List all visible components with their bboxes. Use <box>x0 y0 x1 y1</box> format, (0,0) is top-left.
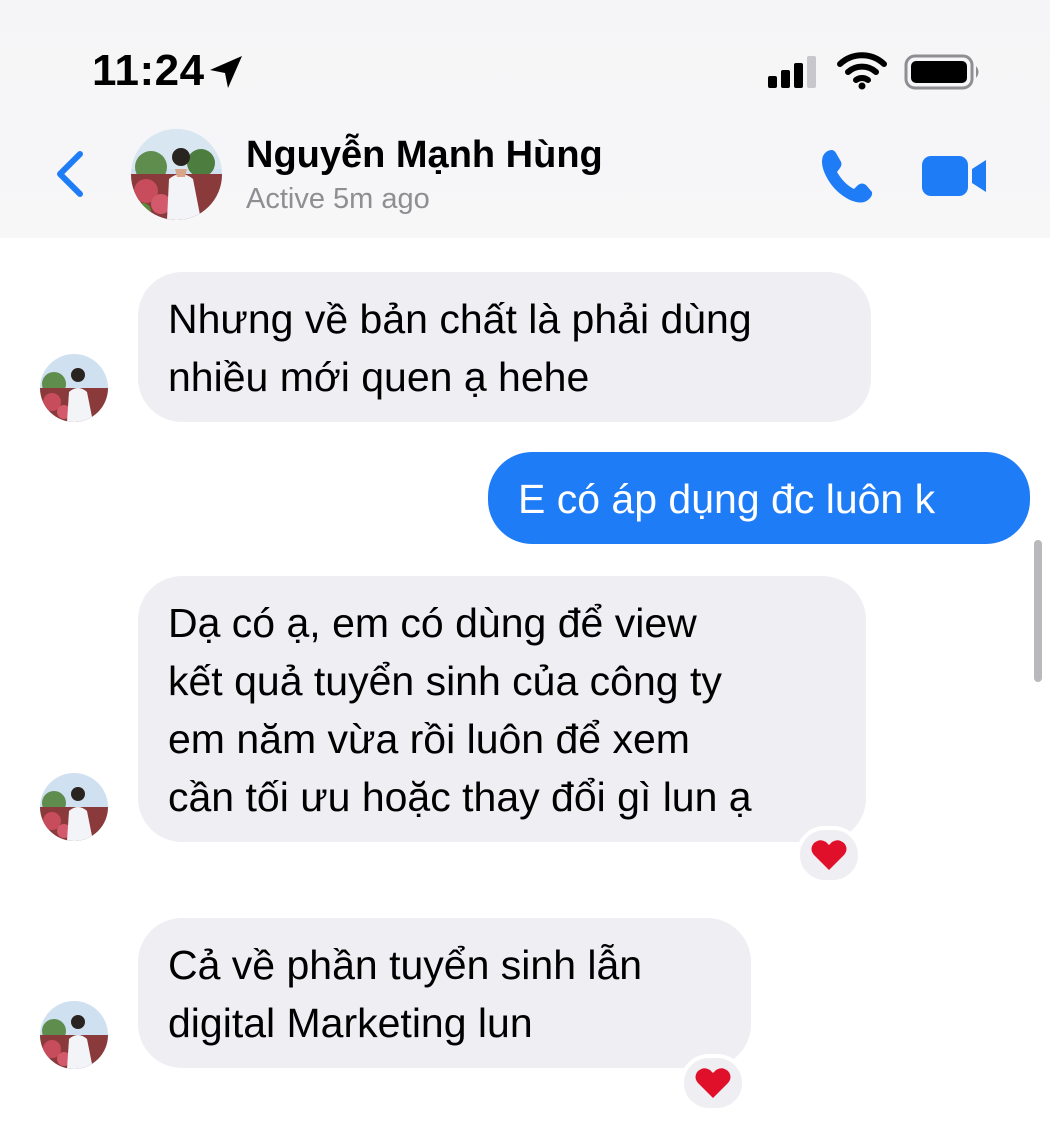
active-status: Active 5m ago <box>246 183 430 215</box>
message-line: E có áp dụng đc luôn k <box>518 476 936 522</box>
location-arrow-icon <box>210 56 242 88</box>
contact-avatar-small[interactable] <box>40 354 108 422</box>
message-bubble-incoming[interactable]: Nhưng về bản chất là phải dùng nhiều mới… <box>138 272 871 422</box>
heart-icon <box>811 840 847 870</box>
contact-name[interactable]: Nguyễn Mạnh Hùng <box>246 134 603 177</box>
status-time: 11:24 <box>92 46 205 95</box>
heart-icon <box>695 1068 731 1098</box>
phone-icon[interactable] <box>818 146 878 206</box>
back-chevron-icon[interactable] <box>52 148 88 200</box>
contact-avatar-small[interactable] <box>40 1001 108 1069</box>
message-line: kết quả tuyển sinh của công ty <box>168 658 722 704</box>
message-line: Cả về phần tuyển sinh lẫn <box>168 942 643 988</box>
heart-reaction[interactable] <box>680 1054 746 1112</box>
message-bubble-incoming[interactable]: Cả về phần tuyển sinh lẫn digital Market… <box>138 918 751 1068</box>
message-line: nhiều mới quen ạ hehe <box>168 354 590 400</box>
contact-avatar[interactable] <box>131 129 222 220</box>
contact-avatar-small[interactable] <box>40 773 108 841</box>
message-line: em năm vừa rồi luôn để xem <box>168 716 690 762</box>
cellular-signal-icon <box>768 56 816 88</box>
video-camera-icon[interactable] <box>920 152 990 200</box>
wifi-icon <box>837 52 887 90</box>
message-line: digital Marketing lun <box>168 1000 533 1046</box>
scrollbar[interactable] <box>1034 540 1042 682</box>
battery-icon <box>904 54 979 90</box>
message-line: cần tối ưu hoặc thay đổi gì lun ạ <box>168 774 752 820</box>
message-bubble-incoming[interactable]: Dạ có ạ, em có dùng để view kết quả tuyể… <box>138 576 866 842</box>
heart-reaction[interactable] <box>796 826 862 884</box>
message-line: Nhưng về bản chất là phải dùng <box>168 296 752 342</box>
header: 11:24 Nguyễn Mạnh Hùng Active 5m ago <box>0 0 1050 238</box>
message-line: Dạ có ạ, em có dùng để view <box>168 600 697 646</box>
message-bubble-outgoing[interactable]: E có áp dụng đc luôn k <box>488 452 1030 544</box>
